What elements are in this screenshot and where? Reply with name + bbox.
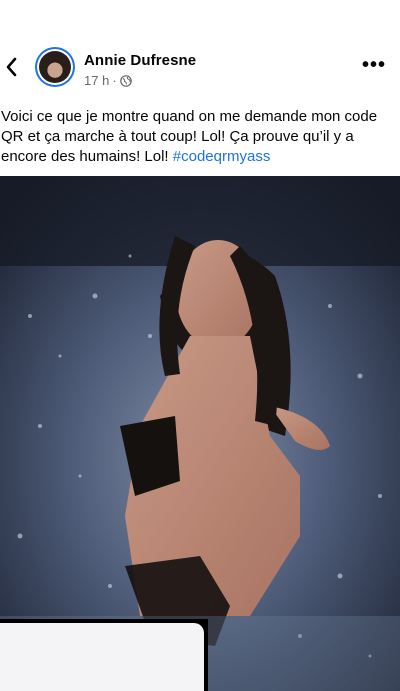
globe-icon	[119, 74, 132, 87]
more-options-button[interactable]: •••	[362, 55, 386, 75]
author-name[interactable]: Annie Dufresne	[84, 52, 196, 69]
hashtag-link[interactable]: #codeqrmyass	[173, 148, 271, 165]
overlay-card	[0, 619, 208, 691]
post-photo[interactable]	[0, 176, 400, 691]
post-time[interactable]: 17 h	[84, 73, 109, 88]
back-button[interactable]	[2, 56, 22, 78]
post-text: Voici ce que je montre quand on me deman…	[1, 107, 397, 167]
chevron-left-icon	[6, 57, 17, 77]
more-horizontal-icon: •••	[361, 54, 386, 76]
photo-illustration	[0, 176, 400, 691]
meta-separator: ·	[112, 73, 117, 88]
overlay-card-inner	[0, 623, 204, 691]
avatar[interactable]	[35, 47, 75, 87]
post-meta: 17 h ·	[84, 73, 132, 88]
avatar-photo	[39, 51, 71, 83]
post-header: Annie Dufresne 17 h · •••	[0, 0, 400, 100]
